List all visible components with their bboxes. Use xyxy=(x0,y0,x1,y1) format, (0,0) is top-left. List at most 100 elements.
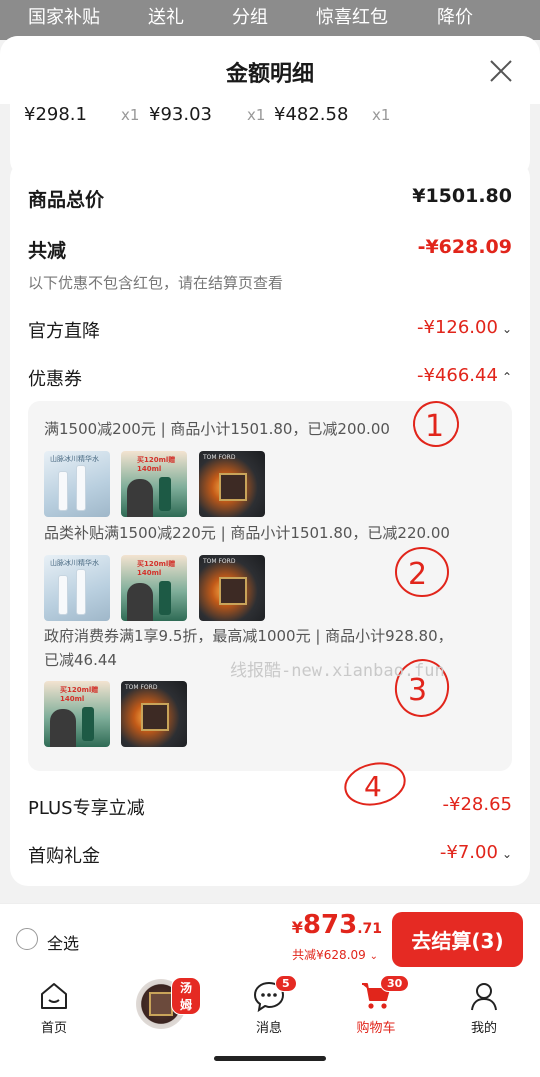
item-qty-3: x1 xyxy=(372,106,391,124)
amount-detail-sheet: 金额明细 ¥298.1 x1 ¥93.03 x1 ¥482.58 x1 商品总价… xyxy=(0,36,540,904)
first-buy-value: -¥7.00 xyxy=(439,842,498,863)
total-discount-value: -¥628.09 xyxy=(417,236,512,258)
nav-home[interactable]: 首页 xyxy=(14,979,94,1036)
chevron-down-icon: ⌄ xyxy=(501,847,512,861)
plus-discount-label: PLUS专享立减 xyxy=(28,798,145,819)
nav-messages-label: 消息 xyxy=(255,1021,282,1036)
bottle-shape xyxy=(76,465,86,511)
thumb-tag: 买120ml赠140ml xyxy=(137,560,176,577)
item-qty-2: x1 xyxy=(247,106,266,124)
nav-store[interactable]: 汤姆 xyxy=(121,977,201,1029)
coupon-3-text-line1: 政府消费券满1享9.5折，最高减1000元 | 商品小计928.80， xyxy=(44,627,453,645)
nav-messages[interactable]: 5 消息 xyxy=(229,975,309,1036)
total-price: ¥873.71 xyxy=(292,910,382,940)
thumb-tag: 买120ml赠140ml xyxy=(137,456,176,473)
product-thumb-water[interactable]: 山脉冰川精华水 xyxy=(44,451,110,517)
official-drop-value: -¥126.00 xyxy=(417,317,498,338)
bottle-shape xyxy=(159,477,171,511)
handwritten-circle-1: 1 xyxy=(413,401,459,447)
product-thumb-serum[interactable]: 买120ml赠140ml xyxy=(44,681,110,747)
thumb-tag: 买120ml赠140ml xyxy=(60,686,99,703)
total-discount-toggle[interactable]: 共减¥628.09 ⌄ xyxy=(292,946,378,963)
home-indicator xyxy=(214,1056,326,1061)
close-icon[interactable] xyxy=(488,58,514,84)
chevron-up-icon: ⌃ xyxy=(501,370,512,384)
tab-surprise-redpacket[interactable]: 惊喜红包 xyxy=(316,3,388,29)
person-shape xyxy=(50,709,76,747)
annotation-number: 1 xyxy=(425,409,444,444)
thumb-brand: TOM FORD xyxy=(203,558,236,565)
annotation-number: 2 xyxy=(408,557,427,592)
tab-price-drop[interactable]: 降价 xyxy=(437,3,473,29)
checkout-bar: 全选 ¥873.71 共减¥628.09 ⌄ 去结算(3) xyxy=(0,903,540,973)
palette-shape xyxy=(219,473,247,501)
product-thumb-palette[interactable]: TOM FORD xyxy=(199,555,265,621)
goods-total-label: 商品总价 xyxy=(28,189,105,211)
user-icon xyxy=(471,983,497,1011)
total-integer: 873 xyxy=(302,910,358,940)
watermark-text: 线报酷-new.xianbao.fun xyxy=(230,661,445,681)
coupon-2-text: 品类补贴满1500减220元 | 商品小计1501.80，已减220.00 xyxy=(44,524,450,542)
nav-mine-label: 我的 xyxy=(470,1021,497,1036)
cart-badge: 30 xyxy=(380,975,410,992)
store-badge: 汤姆 xyxy=(171,977,201,1015)
sheet-title: 金额明细 xyxy=(225,62,314,87)
tab-group[interactable]: 分组 xyxy=(232,3,268,29)
first-buy-label: 首购礼金 xyxy=(28,846,100,867)
chevron-down-icon: ⌄ xyxy=(501,322,512,336)
thumb-label: 山脉冰川精华水 xyxy=(50,455,99,463)
thumb-brand: TOM FORD xyxy=(125,684,158,691)
checkout-button[interactable]: 去结算(3) xyxy=(392,912,523,967)
bottom-nav: 首页 汤姆 5 消息 30 购物车 我的 xyxy=(0,973,540,1077)
nav-home-label: 首页 xyxy=(40,1021,67,1036)
price-detail-card: 商品总价 ¥1501.80 共减 -¥628.09 以下优惠不包含红包，请在结算… xyxy=(10,160,530,886)
bottle-shape xyxy=(58,471,68,511)
thumb-label: 山脉冰川精华水 xyxy=(50,559,99,567)
nav-cart-label: 购物车 xyxy=(356,1021,396,1036)
plus-discount-value: -¥28.65 xyxy=(442,794,512,815)
home-icon xyxy=(41,983,67,1009)
official-drop-row[interactable]: -¥126.00 ⌄ xyxy=(417,317,512,338)
official-drop-label: 官方直降 xyxy=(28,321,100,342)
coupon-row[interactable]: -¥466.44 ⌃ xyxy=(417,365,512,386)
handwritten-circle-2: 2 xyxy=(395,547,449,597)
bottle-shape xyxy=(82,707,94,741)
coupon-1-text: 满1500减200元 | 商品小计1501.80，已减200.00 xyxy=(44,420,390,438)
product-thumb-palette[interactable]: TOM FORD xyxy=(121,681,187,747)
currency-symbol: ¥ xyxy=(291,918,303,937)
discount-note: 以下优惠不包含红包，请在结算页查看 xyxy=(28,274,284,292)
total-discount-text: 共减¥628.09 xyxy=(292,948,366,962)
goods-total-value: ¥1501.80 xyxy=(412,185,512,207)
bottle-shape xyxy=(58,575,68,615)
product-thumb-serum[interactable]: 买120ml赠140ml xyxy=(121,555,187,621)
item-qty-1: x1 xyxy=(121,106,140,124)
coupon-value: -¥466.44 xyxy=(417,365,498,386)
palette-shape xyxy=(219,577,247,605)
tab-national-subsidy[interactable]: 国家补贴 xyxy=(28,3,100,29)
bottle-shape xyxy=(159,581,171,615)
first-buy-row[interactable]: -¥7.00 ⌄ xyxy=(440,842,512,863)
person-shape xyxy=(127,479,153,517)
thumb-brand: TOM FORD xyxy=(203,454,236,461)
chevron-down-icon: ⌄ xyxy=(369,951,378,962)
person-shape xyxy=(127,583,153,621)
sheet-header: 金额明细 xyxy=(0,36,540,104)
item-price-2: ¥93.03 xyxy=(149,104,212,125)
product-thumb-serum[interactable]: 买120ml赠140ml xyxy=(121,451,187,517)
handwritten-circle-4: 4 xyxy=(344,762,406,806)
total-discount-label: 共减 xyxy=(28,240,67,262)
tab-gift[interactable]: 送礼 xyxy=(148,3,184,29)
select-all-label[interactable]: 全选 xyxy=(47,930,79,954)
annotation-number: 4 xyxy=(364,770,382,803)
nav-mine[interactable]: 我的 xyxy=(444,979,524,1036)
coupon-label: 优惠券 xyxy=(28,369,82,390)
item-price-1: ¥298.1 xyxy=(24,104,87,125)
item-price-3: ¥482.58 xyxy=(274,104,349,125)
palette-icon xyxy=(149,992,173,1016)
product-thumb-palette[interactable]: TOM FORD xyxy=(199,451,265,517)
top-tab-strip: 国家补贴 送礼 分组 惊喜红包 降价 xyxy=(0,0,540,40)
messages-badge: 5 xyxy=(275,975,297,992)
nav-cart[interactable]: 30 购物车 xyxy=(336,975,416,1036)
select-all-radio[interactable] xyxy=(16,928,38,950)
product-thumb-water[interactable]: 山脉冰川精华水 xyxy=(44,555,110,621)
